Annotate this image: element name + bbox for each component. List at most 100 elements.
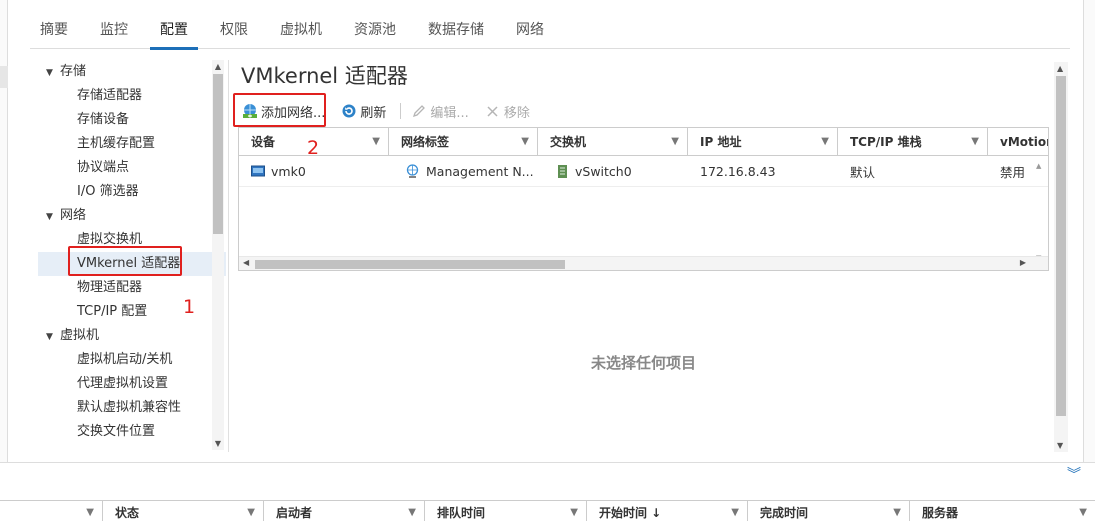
tree-item-swapfile[interactable]: 交换文件位置 [38, 420, 226, 444]
tree-item-host-cache[interactable]: 主机缓存配置 [38, 132, 226, 156]
filter-icon[interactable]: ▼ [372, 128, 380, 156]
tab-networks[interactable]: 网络 [506, 12, 554, 49]
filter-icon[interactable]: ▼ [821, 128, 829, 156]
column-header-network-label[interactable]: 网络标签 ▼ [389, 128, 538, 156]
caret-down-icon: ▼ [46, 212, 53, 222]
column-header-tcpip-stack[interactable]: TCP/IP 堆栈 ▼ [838, 128, 988, 156]
column-header-label: 排队时间 [437, 506, 486, 520]
tree-item-storage-adapters[interactable]: 存储适配器 [38, 84, 226, 108]
close-icon [485, 103, 501, 119]
table-row[interactable]: vmk0 Management N... vSwitch0 172.16.8.4… [239, 156, 1048, 187]
tab-monitor[interactable]: 监控 [90, 12, 138, 49]
tasks-column-completion[interactable]: 完成时间 ▼ [747, 501, 909, 521]
scroll-right-icon[interactable]: ▶ [1020, 258, 1026, 267]
column-header-label: 启动者 [276, 506, 313, 520]
column-header-label: 开始时间 ↓ [599, 506, 662, 520]
filter-icon[interactable]: ▼ [570, 501, 578, 521]
caret-down-icon: ▼ [46, 332, 53, 342]
network-icon [405, 163, 420, 179]
tree-group-network[interactable]: ▼ 网络 [38, 204, 226, 228]
filter-icon[interactable]: ▼ [893, 501, 901, 521]
column-header-label: 交换机 [550, 135, 587, 149]
scroll-thumb[interactable] [213, 74, 223, 234]
filter-icon[interactable]: ▼ [671, 128, 679, 156]
toolbar-separator [400, 103, 402, 119]
tasks-header: ▼ 状态 ▼ 启动者 ▼ 排队时间 ▼ 开始时间 ↓ ▼ 完成时间 ▼ 服务器 ▼ [0, 500, 1095, 521]
filter-icon[interactable]: ▼ [408, 501, 416, 521]
annotation-box-add-network [233, 93, 326, 127]
vmkernel-grid: 设备 ▼ 网络标签 ▼ 交换机 ▼ IP 地址 ▼ TCP/IP 堆栈 ▼ vMotion… [238, 127, 1049, 271]
scroll-left-icon[interactable]: ◀ [243, 258, 249, 267]
cell-switch: vSwitch0 [538, 164, 688, 179]
column-header-label: IP 地址 [700, 135, 742, 149]
tree-scrollbar[interactable]: ▲ ▼ [212, 60, 224, 450]
tree-item-default-compat[interactable]: 默认虚拟机兼容性 [38, 396, 226, 420]
scroll-down-icon[interactable]: ▼ [1057, 441, 1063, 450]
filter-icon[interactable]: ▼ [731, 501, 739, 521]
column-header-ip[interactable]: IP 地址 ▼ [688, 128, 838, 156]
tab-permissions[interactable]: 权限 [210, 12, 258, 49]
recent-tasks-bar: ︾ [0, 462, 1095, 500]
scroll-up-icon[interactable]: ▲ [1057, 64, 1063, 73]
tab-resource-pools[interactable]: 资源池 [344, 12, 406, 49]
filter-icon[interactable]: ▼ [86, 501, 94, 521]
pane-divider[interactable] [228, 60, 229, 452]
edit-label: 编辑... [430, 105, 469, 121]
tree-item-vm-startup[interactable]: 虚拟机启动/关机 [38, 348, 226, 372]
pencil-icon [411, 103, 427, 119]
tree-group-label: 网络 [60, 208, 87, 223]
grid-hscrollbar[interactable]: ◀ ▶ [239, 256, 1048, 270]
remove-button[interactable]: 移除 [481, 102, 534, 121]
tree-group-vm[interactable]: ▼ 虚拟机 [38, 324, 226, 348]
tree-item-tcpip-config[interactable]: TCP/IP 配置 [38, 300, 226, 324]
device-name: vmk0 [271, 163, 306, 179]
tab-summary[interactable]: 摘要 [30, 12, 78, 49]
tree-item-storage-devices[interactable]: 存储设备 [38, 108, 226, 132]
scroll-up-icon[interactable]: ▲ [212, 62, 224, 71]
tab-vms[interactable]: 虚拟机 [270, 12, 332, 49]
tasks-column-start[interactable]: 开始时间 ↓ ▼ [586, 501, 747, 521]
tree-item-agent-vm[interactable]: 代理虚拟机设置 [38, 372, 226, 396]
column-header-label: 服务器 [922, 506, 959, 520]
annotation-box-vmkernel [68, 246, 182, 276]
right-edge-panel [1083, 0, 1095, 462]
tab-datastores[interactable]: 数据存储 [418, 12, 494, 49]
tasks-column-server[interactable]: 服务器 ▼ [909, 501, 1095, 521]
filter-icon[interactable]: ▼ [521, 128, 529, 156]
column-header-switch[interactable]: 交换机 ▼ [538, 128, 688, 156]
grid-header: 设备 ▼ 网络标签 ▼ 交换机 ▼ IP 地址 ▼ TCP/IP 堆栈 ▼ vMotion [239, 128, 1048, 156]
tab-configure[interactable]: 配置 [150, 12, 198, 50]
tree-item-physical-adapters[interactable]: 物理适配器 [38, 276, 226, 300]
tasks-column-queued[interactable]: 排队时间 ▼ [424, 501, 586, 521]
filter-icon[interactable]: ▼ [247, 501, 255, 521]
annotation-label-2: 2 [307, 137, 320, 159]
column-header-label: 完成时间 [760, 506, 809, 520]
panel-scrollbar[interactable]: ▲ ▼ [1054, 62, 1068, 452]
tree-item-protocol-endpoints[interactable]: 协议端点 [38, 156, 226, 180]
caret-down-icon: ▼ [46, 68, 53, 78]
tasks-column-status[interactable]: 状态 ▼ [102, 501, 263, 521]
scroll-up-icon[interactable]: ▲ [1036, 162, 1041, 170]
network-label-value: Management N... [426, 163, 534, 179]
edit-button[interactable]: 编辑... [407, 102, 472, 121]
scroll-thumb[interactable] [1056, 76, 1066, 416]
tasks-column-initiator[interactable]: 启动者 ▼ [263, 501, 424, 521]
tasks-column-first[interactable]: ▼ [0, 501, 102, 521]
remove-label: 移除 [503, 105, 530, 121]
left-edge-panel [0, 0, 8, 462]
empty-selection-message: 未选择任何项目 [590, 354, 696, 372]
column-header-vmotion[interactable]: vMotion [988, 128, 1048, 156]
cell-ip: 172.16.8.43 [700, 163, 776, 179]
cell-vmotion: 禁用 [1000, 164, 1026, 180]
filter-icon[interactable]: ▼ [1079, 501, 1087, 521]
cell-network-label: Management N... [389, 164, 538, 179]
scroll-thumb[interactable] [255, 260, 565, 269]
tab-bar: 摘要 监控 配置 权限 虚拟机 资源池 数据存储 网络 [30, 12, 1070, 50]
scroll-down-icon[interactable]: ▼ [212, 439, 224, 448]
filter-icon[interactable]: ▼ [971, 128, 979, 156]
tree-group-storage[interactable]: ▼ 存储 [38, 60, 226, 84]
expand-icon[interactable]: ︾ [1067, 468, 1081, 482]
tree-item-io-filters[interactable]: I/O 筛选器 [38, 180, 226, 204]
refresh-button[interactable]: 刷新 [337, 102, 390, 121]
grid-vscrollbar[interactable]: ▲▼ [1034, 158, 1046, 268]
